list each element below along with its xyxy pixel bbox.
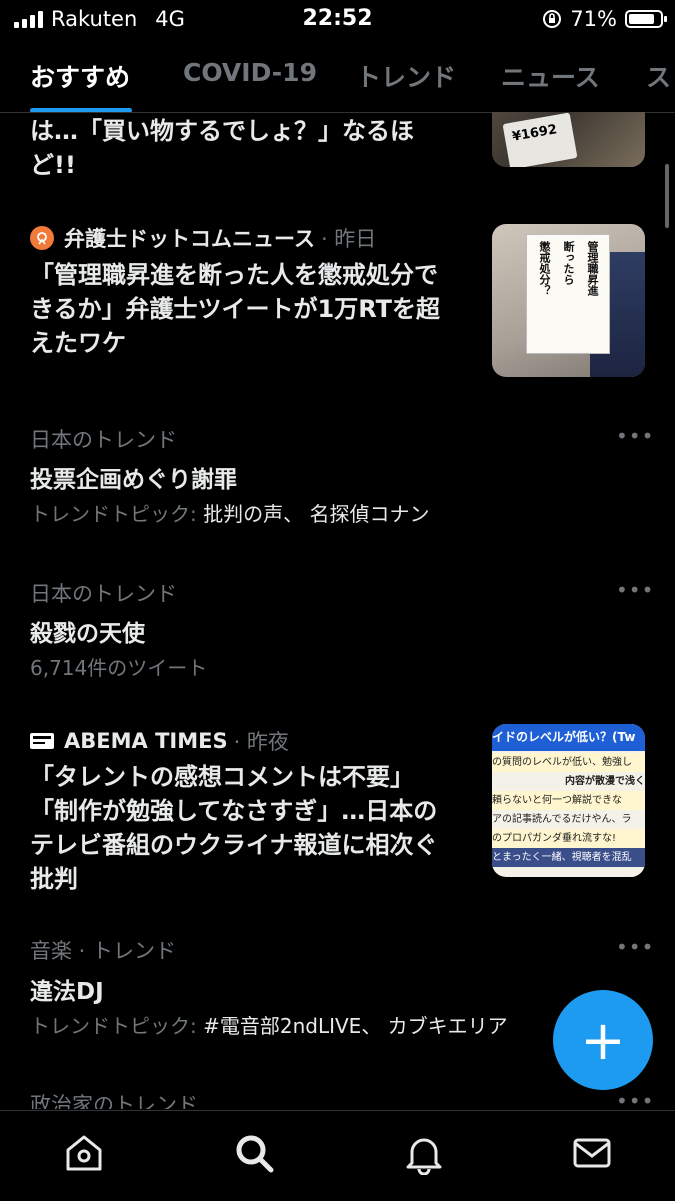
trend-meta: トレンドトピック: #電音部2ndLIVE、 カブキエリア	[30, 1010, 508, 1039]
headline-line: は…「買い物するでしょ？」なるほ	[30, 117, 414, 145]
status-right: 71%	[542, 7, 667, 31]
home-button[interactable]	[62, 1131, 106, 1175]
trend-topics: 批判の声、 名探偵コナン	[203, 502, 430, 526]
news-source: ABEMA TIMES	[64, 729, 228, 753]
news-headline: 「管理職昇進を断った人を懲戒処分で きるか」弁護士ツイートが1万RTを超 えたワ…	[30, 258, 470, 360]
trend-title: 殺戮の天使	[30, 621, 145, 647]
bengoshi-logo-icon	[30, 226, 54, 250]
bottom-nav	[0, 1110, 675, 1201]
orientation-lock-icon	[543, 10, 562, 28]
trend-topics: #電音部2ndLIVE、 カブキエリア	[203, 1014, 508, 1038]
tab-news[interactable]: ニュース	[501, 58, 600, 94]
battery-percent: 71%	[570, 7, 617, 31]
thumb-line: 頼らないと何一つ解説できな	[492, 791, 645, 810]
notifications-button[interactable]	[402, 1131, 446, 1176]
thumb-sign: 管理職昇進 断ったら 懲戒処分？	[526, 234, 610, 354]
battery-icon	[625, 10, 667, 28]
search-icon	[236, 1135, 274, 1173]
news-headline: 「タレントの感想コメントは不要」 「制作が勉強してなさすぎ」…日本の テレビ番組…	[30, 760, 470, 896]
trend-context: 日本のトレンド	[30, 428, 177, 452]
trend-context: 政治家のトレンド	[30, 1093, 198, 1109]
status-bar: Rakuten 4G 22:52 71%	[0, 0, 675, 38]
thumb-line: のプロパガンダ垂れ流すな!	[492, 829, 645, 848]
scrollbar[interactable]	[665, 164, 669, 228]
home-icon	[66, 1135, 102, 1171]
search-button[interactable]	[232, 1131, 276, 1175]
tab-sports[interactable]: ス	[646, 58, 671, 94]
trend-context: 音楽 · トレンド	[30, 939, 177, 963]
tab-trends[interactable]: トレンド	[356, 58, 456, 94]
notifications-icon	[406, 1138, 442, 1176]
trend-title: 違法DJ	[30, 979, 104, 1005]
headline-line: 「制作が勉強してなさすぎ」…日本の	[30, 797, 438, 825]
thumb-sign-line: 断ったら	[562, 241, 575, 285]
trend-context: 日本のトレンド	[30, 582, 177, 606]
headline-line: 批判	[30, 865, 78, 893]
thumb-comments: の質問のレベルが低い、勉強し 内容が散漫で浅く 頼らないと何一つ解説できな アの…	[492, 753, 645, 867]
trend-title: 投票企画めぐり謝罪	[30, 467, 237, 493]
messages-icon	[573, 1138, 611, 1168]
tab-covid19[interactable]: COVID-19	[183, 58, 317, 87]
trend-meta-label: トレンドトピック:	[30, 502, 197, 526]
headline-line: テレビ番組のウクライナ報道に相次ぐ	[30, 831, 438, 859]
news-source-row: 弁護士ドットコムニュース · 昨日	[30, 223, 376, 253]
news-source-row: ABEMA TIMES · 昨夜	[30, 726, 289, 756]
thumb-sign-line: 管理職昇進	[586, 241, 599, 296]
news-time: · 昨夜	[233, 730, 289, 754]
news-thumbnail: 管理職昇進 断ったら 懲戒処分？	[492, 224, 645, 377]
news-thumbnail: イドのレベルが低い？(Tw の質問のレベルが低い、勉強し 内容が散漫で浅く 頼ら…	[492, 724, 645, 877]
more-options-icon[interactable]: •••	[616, 935, 654, 959]
plus-icon: +	[580, 1008, 626, 1072]
abema-logo-icon	[30, 733, 54, 749]
thumb-line: アの記事読んでるだけやん、ラ	[492, 814, 632, 825]
news-headline: は…「買い物するでしょ？」なるほ ど!!	[30, 114, 470, 182]
more-options-icon[interactable]: •••	[616, 1089, 654, 1109]
thumb-caption: イドのレベルが低い？(Tw	[492, 724, 645, 751]
tab-recommended[interactable]: おすすめ	[30, 58, 130, 94]
more-options-icon[interactable]: •••	[616, 578, 654, 602]
headline-line: えたワケ	[30, 329, 126, 357]
headline-line: 「タレントの感想コメントは不要」	[30, 763, 414, 791]
more-options-icon[interactable]: •••	[616, 424, 654, 448]
thumb-sign-line: 懲戒処分？	[538, 241, 551, 296]
explore-tabs: おすすめ COVID-19 トレンド ニュース ス	[0, 48, 675, 113]
messages-button[interactable]	[570, 1131, 614, 1175]
explore-feed[interactable]: は…「買い物するでしょ？」なるほ ど!! ¥1692 弁護士ドットコムニュース …	[0, 112, 675, 1109]
compose-tweet-button[interactable]: +	[553, 990, 653, 1090]
headline-line: ど!!	[30, 151, 76, 179]
news-time: · 昨日	[320, 227, 377, 251]
news-source: 弁護士ドットコムニュース	[64, 227, 315, 251]
thumb-line: 内容が散漫で浅く	[565, 776, 645, 787]
tweet-count: 6,714件のツイート	[30, 656, 208, 680]
trend-meta: トレンドトピック: 批判の声、 名探偵コナン	[30, 498, 429, 527]
news-thumbnail: ¥1692	[492, 112, 645, 167]
thumb-line: とまったく一緒、視聴者を混乱	[492, 848, 645, 867]
trend-meta-label: トレンドトピック:	[30, 1014, 197, 1038]
headline-line: きるか」弁護士ツイートが1万RTを超	[30, 295, 440, 323]
thumb-line: の質問のレベルが低い、勉強し	[492, 753, 645, 772]
headline-line: 「管理職昇進を断った人を懲戒処分で	[30, 261, 438, 289]
